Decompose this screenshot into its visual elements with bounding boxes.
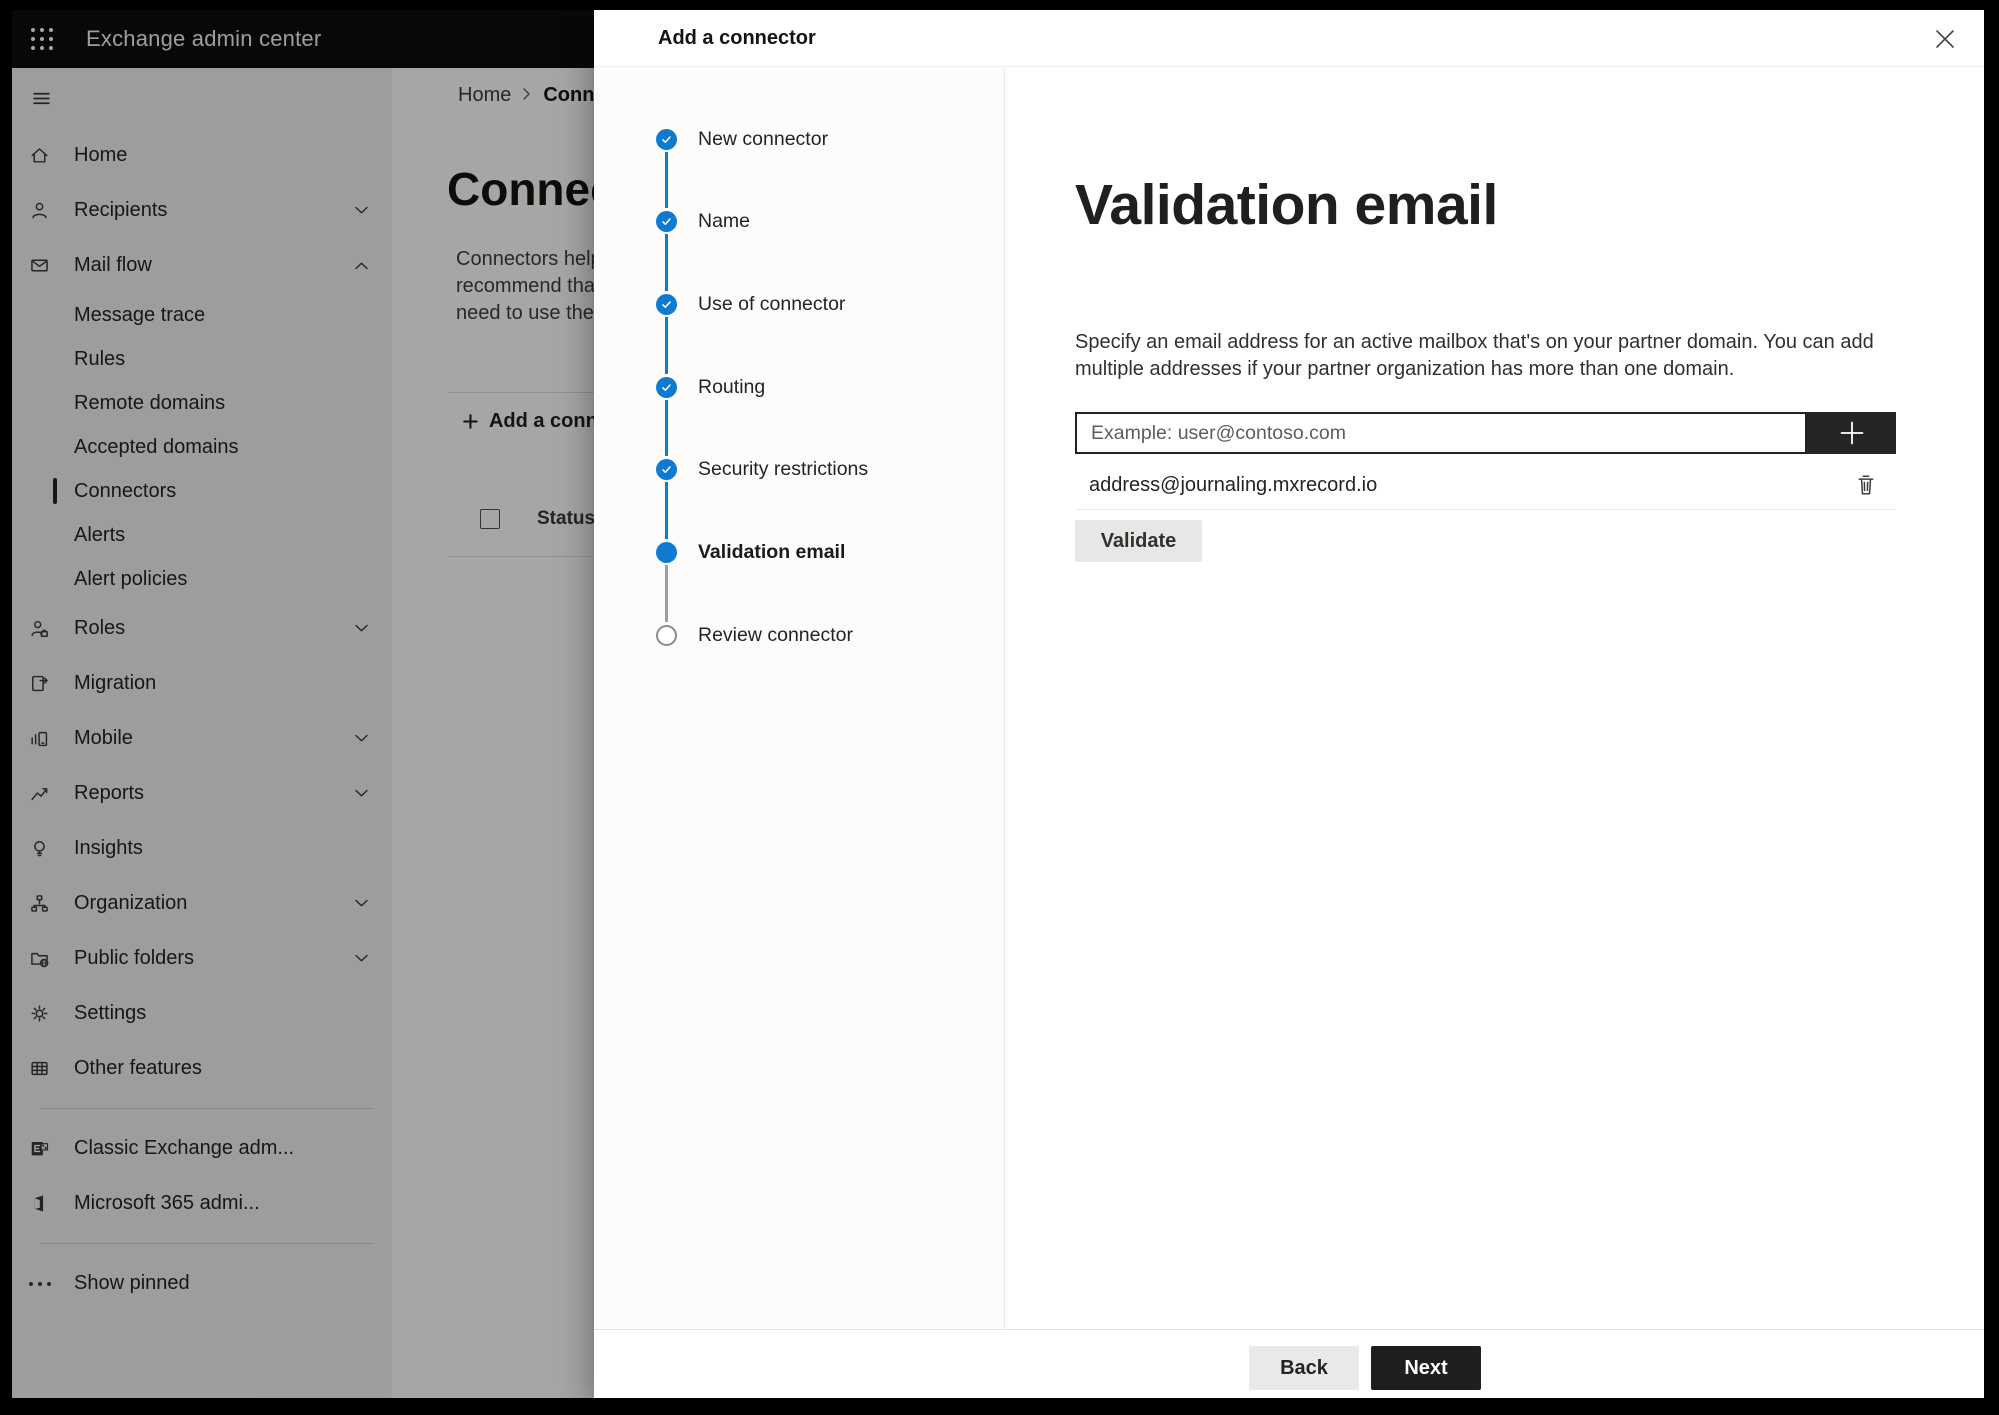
step-complete-icon [656,458,677,480]
email-input-row [1075,412,1896,454]
email-input[interactable] [1075,412,1807,454]
back-button[interactable]: Back [1249,1346,1359,1390]
wizard-steps-panel: New connector Name Use of connector Rout… [594,68,1005,1330]
step-complete-icon [656,210,677,232]
dialog-body: New connector Name Use of connector Rout… [594,68,1984,1330]
plus-icon [1840,421,1863,445]
step-label: Name [698,209,751,232]
validation-address-row: address@journaling.mxrecord.io [1075,465,1896,505]
add-email-button[interactable] [1807,412,1896,454]
step-heading: Validation email [1075,173,1498,237]
validate-button[interactable]: Validate [1075,520,1202,562]
close-icon [1936,30,1954,48]
close-button[interactable] [1928,22,1962,56]
add-connector-dialog: Add a connector New connector Name Use o… [594,10,1984,1398]
next-button[interactable]: Next [1371,1346,1481,1390]
dialog-title: Add a connector [658,26,816,49]
step-label: Security restrictions [698,457,869,480]
wizard-step-security-restrictions[interactable]: Security restrictions [656,447,868,491]
divider [1075,509,1896,510]
wizard-step-new-connector[interactable]: New connector [656,117,828,161]
step-complete-icon [656,128,677,150]
dialog-content: Validation email Specify an email addres… [1005,68,1984,1330]
step-description: Specify an email address for an active m… [1075,331,1874,380]
wizard-step-validation-email[interactable]: Validation email [656,530,845,574]
step-label: Use of connector [698,292,846,315]
step-label: Validation email [698,540,846,563]
trash-icon [1858,475,1874,495]
delete-address-button[interactable] [1854,472,1878,498]
wizard-step-use-of-connector[interactable]: Use of connector [656,282,845,326]
validation-address: address@journaling.mxrecord.io [1089,473,1378,496]
step-complete-icon [656,293,677,315]
wizard-step-name[interactable]: Name [656,199,750,243]
screen: Exchange admin center Home Recipients Ma… [0,0,1999,1415]
step-complete-icon [656,376,677,398]
step-upcoming-icon [656,624,677,646]
step-label: Routing [698,375,766,398]
dialog-header: Add a connector [594,10,1984,67]
step-current-icon [656,541,677,563]
step-label: New connector [698,127,829,150]
wizard-step-routing[interactable]: Routing [656,365,765,409]
dialog-footer: Back Next [594,1329,1984,1398]
wizard-step-review-connector[interactable]: Review connector [656,613,853,657]
step-label: Review connector [698,623,853,646]
